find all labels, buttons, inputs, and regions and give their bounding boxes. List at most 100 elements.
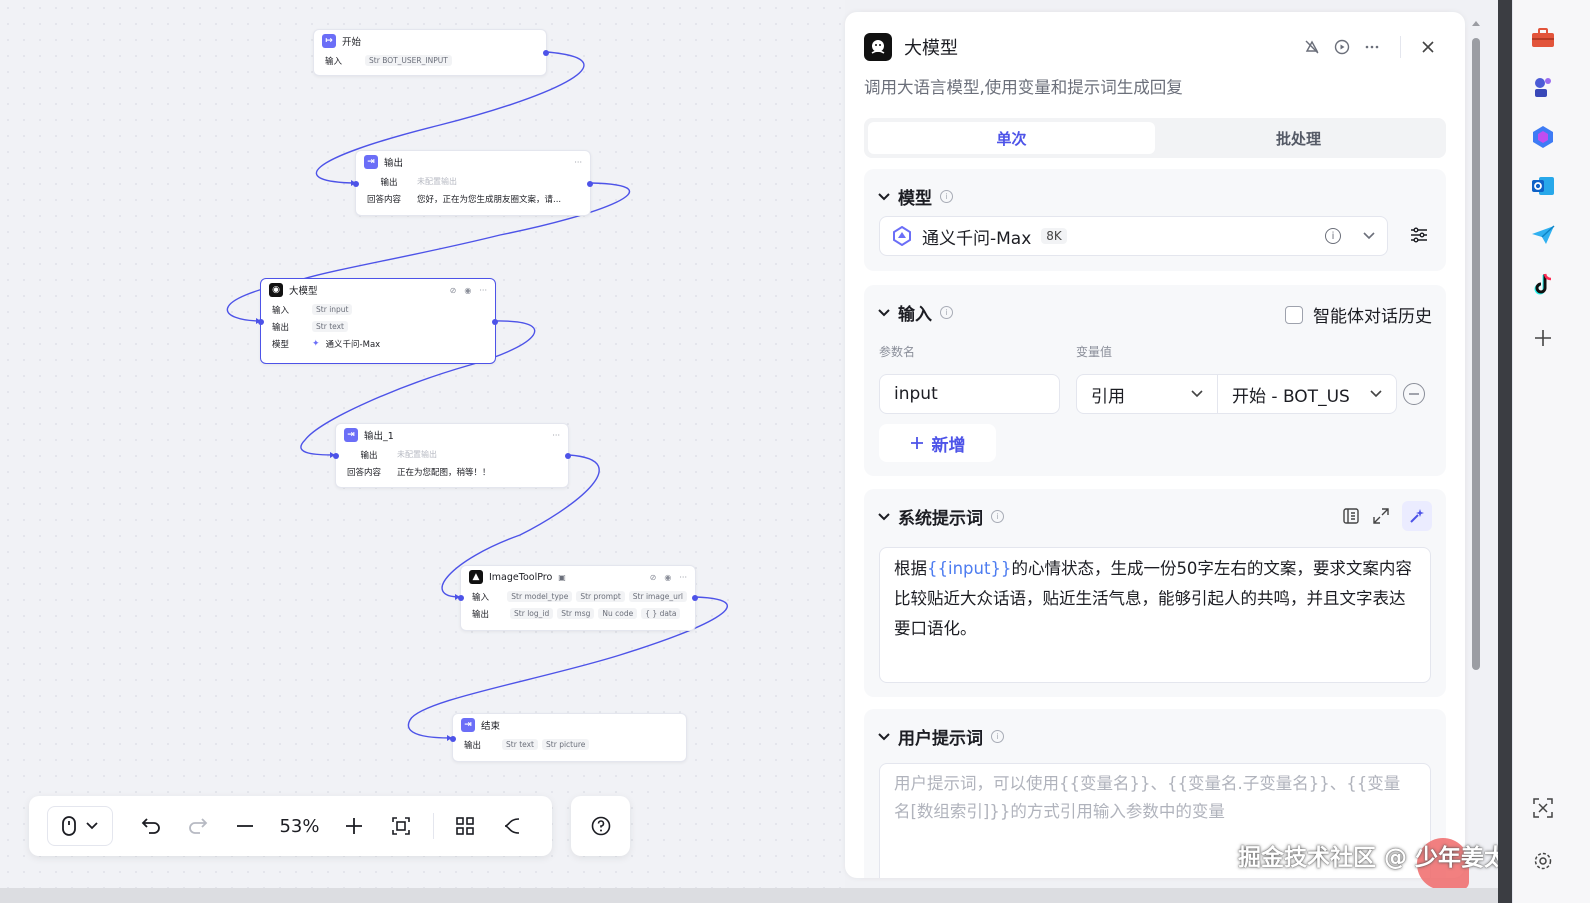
copilot-icon[interactable] <box>1530 124 1556 150</box>
input-port[interactable] <box>333 453 339 459</box>
row-label: 回答内容 <box>367 194 402 205</box>
undo-button[interactable] <box>129 806 172 846</box>
output-port[interactable] <box>543 50 549 56</box>
section-title: 模型 <box>898 189 932 209</box>
input-port[interactable] <box>458 595 464 601</box>
output-port[interactable] <box>587 181 593 187</box>
scroll-thumb[interactable] <box>1472 38 1480 670</box>
close-icon[interactable] <box>1421 40 1435 54</box>
ref-value-select[interactable]: 开始 - BOT_US <box>1217 374 1397 414</box>
node-output-1[interactable]: ⇥ 输出_1 ··· 输出 未配置输出 回答内容 正在为您配图，稍等！！ <box>333 423 571 488</box>
ref-type-select[interactable]: 引用 <box>1076 374 1218 414</box>
prompt-placeholder: 用户提示词，可以使用{{变量名}}、{{变量名.子变量名}}、{{变量名[数组索… <box>894 774 1401 821</box>
more-icon[interactable] <box>1364 39 1380 55</box>
line-style-button[interactable] <box>491 806 534 846</box>
run-icon[interactable]: ◉ <box>664 573 671 582</box>
chevron-down-icon <box>878 732 890 740</box>
section-header[interactable]: 系统提示词 i <box>878 504 1004 529</box>
debug-off-icon[interactable]: ⊘ <box>450 286 457 295</box>
section-header[interactable]: 输入 i <box>878 300 953 325</box>
mode-tabs: 单次 批处理 <box>864 118 1446 158</box>
output-port[interactable] <box>692 595 698 601</box>
scroll-up-icon[interactable] <box>1470 18 1482 28</box>
model-settings-icon[interactable] <box>1410 226 1428 244</box>
chat-history-toggle[interactable]: 智能体对话历史 <box>1285 302 1432 327</box>
row-value: 未配置输出 <box>417 177 457 186</box>
node-llm[interactable]: ◉ 大模型 ⊘ ◉ ··· 输入 Str input 输出 Str text 模… <box>258 278 498 364</box>
section-title: 系统提示词 <box>898 509 983 529</box>
llm-icon: ◉ <box>269 283 283 297</box>
ai-optimize-button[interactable] <box>1402 501 1432 531</box>
node-end[interactable]: ⇥ 结束 输出 Str text Str picture <box>450 713 687 762</box>
panel-scrollbar[interactable] <box>1470 18 1482 876</box>
zoom-level[interactable]: 53% <box>270 816 329 837</box>
more-icon[interactable]: ··· <box>552 431 560 440</box>
minus-icon <box>1409 393 1419 395</box>
system-prompt-editor[interactable]: 根据{{input}}的心情状态，生成一份50字左右的文案，要求文案内容比较贴近… <box>879 547 1431 683</box>
section-header[interactable]: 模型 i <box>878 184 953 209</box>
model-section: 模型 i 通义千问-Max 8K i <box>864 169 1446 271</box>
prompt-variable: {{input}} <box>927 559 1012 578</box>
grid-icon <box>456 817 475 835</box>
info-icon[interactable]: i <box>991 730 1004 743</box>
tab-single[interactable]: 单次 <box>868 122 1155 154</box>
param-name-input[interactable]: input <box>879 374 1060 414</box>
input-port[interactable] <box>353 181 359 187</box>
output-icon: ⇥ <box>344 428 358 442</box>
more-icon[interactable]: ··· <box>479 286 487 295</box>
info-icon[interactable]: i <box>991 510 1004 523</box>
zoom-in-button[interactable] <box>333 806 376 846</box>
input-port[interactable] <box>258 319 264 325</box>
chess-icon[interactable] <box>1530 74 1556 100</box>
screenshot-icon[interactable] <box>1530 795 1556 821</box>
fit-view-button[interactable] <box>380 806 423 846</box>
send-icon[interactable] <box>1530 222 1556 248</box>
workflow-canvas[interactable]: ↦ 开始 输入 Str BOT_USER_INPUT ⇥ 输出 ··· 输出 未… <box>0 0 845 890</box>
section-header[interactable]: 用户提示词 i <box>878 724 1004 749</box>
run-icon[interactable] <box>1334 39 1350 55</box>
settings-icon[interactable] <box>1530 848 1556 874</box>
zoom-out-button[interactable] <box>223 806 266 846</box>
outlook-icon[interactable] <box>1530 173 1556 199</box>
tab-batch[interactable]: 批处理 <box>1155 122 1442 154</box>
curve-line-icon <box>505 818 520 834</box>
auto-layout-button[interactable] <box>444 806 487 846</box>
remove-param-button[interactable] <box>1403 383 1425 405</box>
expand-icon[interactable] <box>1372 507 1390 525</box>
debug-off-icon[interactable]: ⊘ <box>650 573 657 582</box>
more-icon[interactable]: ··· <box>679 573 687 582</box>
model-select[interactable]: 通义千问-Max 8K i <box>879 216 1388 256</box>
info-icon[interactable]: i <box>1325 228 1341 244</box>
output-port[interactable] <box>565 453 571 459</box>
node-start[interactable]: ↦ 开始 输入 Str BOT_USER_INPUT <box>313 29 549 76</box>
chat-history-checkbox[interactable] <box>1285 305 1303 324</box>
context-badge: 8K <box>1041 228 1067 244</box>
info-icon[interactable]: i <box>940 306 953 319</box>
node-imagetoolpro[interactable]: ▲ ImageToolPro ▣ ⊘ ◉ ··· 输入 Str model_ty… <box>458 565 698 631</box>
tiktok-icon[interactable] <box>1530 272 1556 298</box>
window-divider[interactable] <box>1498 0 1512 903</box>
interaction-mode-select[interactable] <box>47 806 113 846</box>
end-icon: ⇥ <box>461 718 475 732</box>
toolbox-icon[interactable] <box>1530 25 1556 51</box>
row-value: 通义千问-Max <box>325 339 381 350</box>
redo-button[interactable] <box>176 806 219 846</box>
node-output[interactable]: ⇥ 输出 ··· 输出 未配置输出 回答内容 您好，正在为您生成朋友圈文案，请.… <box>353 150 593 216</box>
fit-view-icon <box>392 817 411 835</box>
var-tag: Str msg <box>557 608 595 619</box>
more-icon[interactable]: ··· <box>574 158 582 167</box>
toolbar-divider <box>432 813 434 839</box>
minus-icon <box>236 825 253 827</box>
info-icon[interactable]: i <box>940 190 953 203</box>
prompt-library-icon[interactable] <box>1342 507 1360 525</box>
add-param-button[interactable]: 新增 <box>879 424 996 462</box>
add-icon[interactable] <box>1530 325 1556 351</box>
row-value: 正在为您配图，稍等！！ <box>397 467 491 478</box>
chevron-down-icon <box>1191 390 1203 398</box>
var-tag: Str prompt <box>576 591 625 602</box>
run-icon[interactable]: ◉ <box>464 286 471 295</box>
debug-off-icon[interactable] <box>1304 39 1320 55</box>
help-button[interactable] <box>571 796 630 856</box>
output-port[interactable] <box>492 319 498 325</box>
input-port[interactable] <box>450 736 456 742</box>
